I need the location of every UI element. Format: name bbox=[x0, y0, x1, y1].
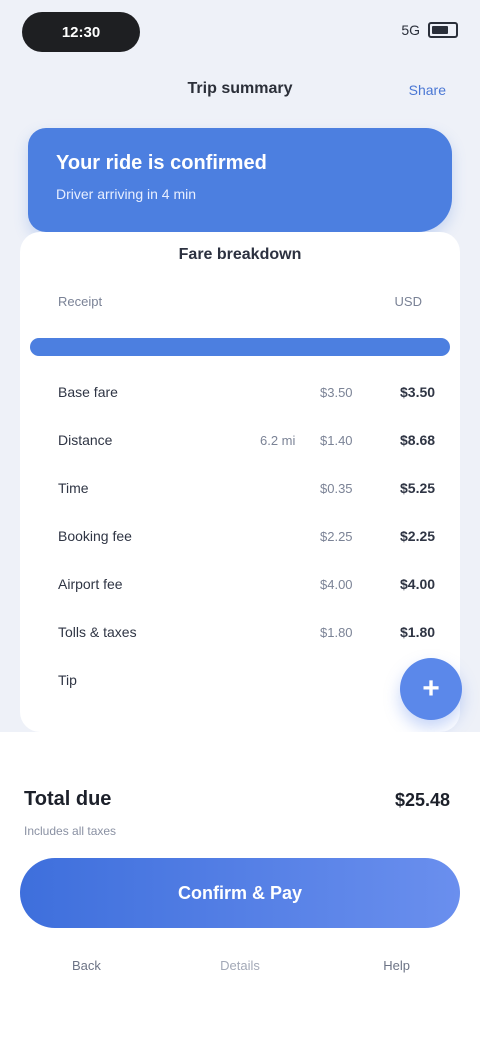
signal-text: 5G bbox=[401, 22, 420, 38]
status-icons: 5G bbox=[401, 22, 458, 38]
row-amount: $3.50 bbox=[400, 384, 436, 400]
status-time: 12:30 bbox=[61, 23, 101, 41]
receipt-label: Receipt bbox=[58, 294, 103, 309]
banner-title: Your ride is confirmed bbox=[56, 152, 267, 174]
row-amount: $4.00 bbox=[400, 576, 436, 592]
row-rate: $4.00 bbox=[320, 576, 353, 592]
section-divider bbox=[30, 338, 450, 356]
row-detail: 6.2 mi bbox=[260, 432, 296, 448]
page-header: Trip summary Share bbox=[0, 68, 480, 112]
tab-help[interactable]: Help bbox=[383, 958, 410, 973]
table-row: Airport fee $4.00 $4.00 bbox=[20, 560, 460, 608]
table-row[interactable]: Tip bbox=[20, 656, 460, 704]
row-label: Booking fee bbox=[58, 528, 132, 544]
share-button[interactable]: Share bbox=[409, 82, 446, 98]
row-label: Airport fee bbox=[58, 576, 123, 592]
time-pill: 12:30 bbox=[22, 12, 140, 52]
fare-card: Fare breakdown Receipt USD Base fare $3.… bbox=[20, 232, 460, 732]
plus-icon: + bbox=[422, 672, 440, 705]
row-amount: $1.80 bbox=[400, 624, 436, 640]
table-row: Time $0.35 $5.25 bbox=[20, 464, 460, 512]
row-label: Tolls & taxes bbox=[58, 624, 137, 640]
fare-rows: Base fare $3.50 $3.50 Distance 6.2 mi $1… bbox=[20, 368, 460, 704]
table-row: Base fare $3.50 $3.50 bbox=[20, 368, 460, 416]
battery-icon bbox=[428, 22, 458, 38]
bottom-tabs: Back Details Help bbox=[0, 948, 480, 1008]
row-label: Tip bbox=[58, 672, 77, 688]
row-rate: $1.80 bbox=[320, 624, 353, 640]
row-amount: $2.25 bbox=[400, 528, 436, 544]
row-rate: $0.35 bbox=[320, 480, 353, 496]
currency-label: USD bbox=[394, 294, 422, 309]
table-row: Tolls & taxes $1.80 $1.80 bbox=[20, 608, 460, 656]
total-value: $25.48 bbox=[394, 790, 450, 810]
card-subtitle: Fare breakdown bbox=[178, 246, 302, 263]
status-banner: Your ride is confirmed Driver arriving i… bbox=[28, 128, 452, 232]
total-label: Total due bbox=[24, 788, 112, 810]
confirm-pay-button[interactable]: Confirm & Pay bbox=[20, 858, 460, 928]
table-row: Booking fee $2.25 $2.25 bbox=[20, 512, 460, 560]
add-button[interactable]: + bbox=[400, 658, 462, 720]
banner-subtitle: Driver arriving in 4 min bbox=[56, 186, 197, 202]
row-label: Base fare bbox=[58, 384, 118, 400]
table-row: Distance 6.2 mi $1.40 $8.68 bbox=[20, 416, 460, 464]
row-rate: $3.50 bbox=[320, 384, 353, 400]
checkout-panel: Total due $25.48 Includes all taxes Conf… bbox=[0, 732, 480, 1040]
row-amount: $5.25 bbox=[400, 480, 436, 496]
row-label: Time bbox=[58, 480, 89, 496]
row-amount: $8.68 bbox=[400, 432, 436, 448]
status-bar: 12:30 5G bbox=[0, 0, 480, 64]
row-rate: $2.25 bbox=[320, 528, 353, 544]
total-note: Includes all taxes bbox=[24, 824, 117, 838]
row-rate: $1.40 bbox=[320, 432, 353, 448]
row-label: Distance bbox=[58, 432, 113, 448]
